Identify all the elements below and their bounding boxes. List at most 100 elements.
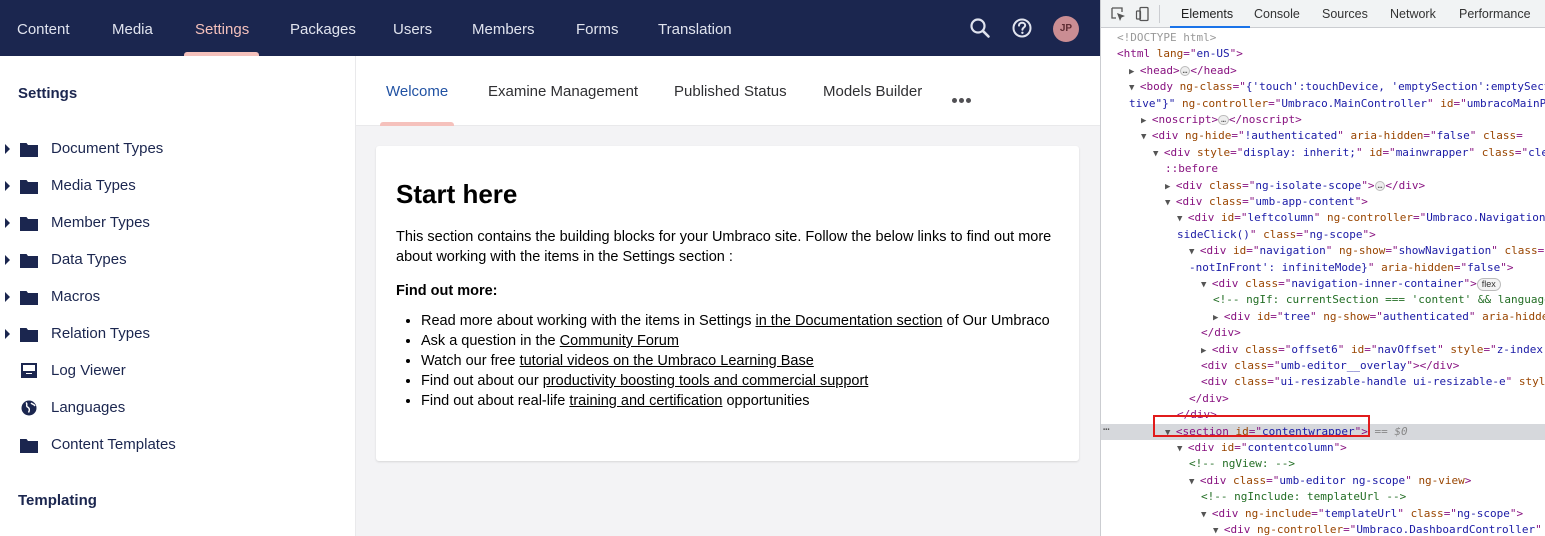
tab-models-builder[interactable]: Models Builder: [823, 56, 922, 126]
expand-toggle-icon[interactable]: ▶: [1201, 346, 1212, 356]
expand-toggle-icon[interactable]: ▶: [1165, 182, 1176, 192]
dom-token-attr: class: [1234, 375, 1268, 389]
expand-caret-icon[interactable]: [5, 292, 10, 302]
nav-item-media[interactable]: Media: [112, 0, 153, 56]
dom-token-tag: <div: [1211, 342, 1245, 356]
tree-item-label: Data Types: [51, 251, 127, 268]
expand-toggle-icon[interactable]: ▼: [1189, 477, 1200, 487]
devtools-tab-sources[interactable]: Sources: [1322, 0, 1368, 28]
dom-token-val: navOffset: [1377, 342, 1438, 356]
nav-item-content[interactable]: Content: [17, 0, 70, 56]
dom-token-attr: id: [1350, 342, 1365, 356]
dom-token-tag: =": [1234, 211, 1248, 225]
dom-token-tag: =": [1537, 244, 1545, 258]
dom-token-pseudo: ::before: [1165, 162, 1218, 176]
dom-token-attr: id: [1220, 211, 1235, 225]
productivity-tools-link[interactable]: productivity boosting tools and commerci…: [543, 373, 869, 389]
expand-toggle-icon[interactable]: ▼: [1201, 510, 1212, 520]
expand-caret-icon[interactable]: [5, 255, 10, 265]
dom-token-tag: </div>: [1189, 391, 1229, 405]
tree-item-relation-types[interactable]: Relation Types: [0, 316, 355, 353]
expand-caret-icon[interactable]: [5, 144, 10, 154]
dom-token-tag: =": [1278, 277, 1292, 290]
expand-toggle-icon[interactable]: ▼: [1129, 83, 1140, 93]
dom-token-val: Umbraco.MainController: [1281, 96, 1428, 110]
tree-section-title-templating: Templating: [18, 492, 97, 509]
tree-item-document-types[interactable]: Document Types: [0, 131, 355, 168]
dom-token-tag: ": [1437, 342, 1451, 356]
expand-toggle-icon[interactable]: ▶: [1129, 67, 1140, 77]
tab-published-status[interactable]: Published Status: [674, 56, 787, 126]
link-prefix: Find out about our: [421, 373, 543, 389]
dom-token-tag: <body: [1139, 80, 1180, 94]
dom-token-tag: =": [1278, 342, 1292, 356]
expand-toggle-icon[interactable]: ▼: [1213, 526, 1224, 536]
expand-toggle-icon[interactable]: ▼: [1177, 444, 1188, 454]
dom-token-tag: ": [1397, 506, 1411, 520]
inspect-element-icon[interactable]: [1110, 6, 1126, 22]
devtools-tab-elements[interactable]: Elements: [1181, 0, 1233, 28]
dom-token-tag: =": [1267, 375, 1281, 389]
dom-token-attr: ng-hide: [1184, 129, 1232, 143]
nav-item-members[interactable]: Members: [472, 0, 535, 56]
nav-item-users[interactable]: Users: [393, 0, 432, 56]
expand-toggle-icon[interactable]: ▼: [1141, 132, 1152, 142]
dom-token-tag: ">: [1463, 277, 1477, 290]
search-icon[interactable]: [969, 17, 991, 39]
dom-token-tag: ">: [1354, 195, 1368, 208]
expand-toggle-icon[interactable]: ▼: [1201, 280, 1212, 290]
expand-toggle-icon[interactable]: ▼: [1153, 149, 1164, 159]
tutorial-videos-link[interactable]: tutorial videos on the Umbraco Learning …: [520, 353, 814, 369]
community-forum-link[interactable]: Community Forum: [560, 333, 679, 349]
devtools-tab-performance[interactable]: Performance: [1459, 0, 1531, 28]
dom-token-tag: =": [1270, 309, 1284, 323]
tree-item-member-types[interactable]: Member Types: [0, 205, 355, 242]
tree-item-languages[interactable]: Languages: [0, 390, 355, 427]
tree-item-macros[interactable]: Macros: [0, 279, 355, 316]
folder-icon: [20, 143, 38, 157]
expand-toggle-icon[interactable]: ▶: [1141, 116, 1152, 126]
dom-token-tag: =": [1242, 178, 1256, 192]
device-toolbar-icon[interactable]: [1135, 6, 1151, 22]
avatar[interactable]: JP: [1053, 16, 1079, 42]
row-actions-icon[interactable]: …: [1103, 420, 1110, 433]
nav-item-translation[interactable]: Translation: [658, 0, 732, 56]
nav-item-forms[interactable]: Forms: [576, 0, 619, 56]
tree-item-label: Media Types: [51, 177, 136, 194]
dom-token-attr: class: [1208, 195, 1243, 208]
dom-token-attr: aria-hidden: [1482, 309, 1545, 323]
dom-token-attr: ng-controller: [1326, 211, 1414, 225]
dom-token-attr: class: [1234, 359, 1268, 372]
dom-token-tag: ": [1325, 244, 1339, 258]
dom-token-attr: style: [1450, 342, 1484, 356]
expand-toggle-icon[interactable]: ▼: [1189, 247, 1200, 257]
devtools-tab-console[interactable]: Console: [1254, 0, 1300, 28]
dom-token-attr: id: [1232, 244, 1247, 258]
folder-icon: [20, 328, 38, 342]
expand-toggle-icon[interactable]: ▼: [1165, 198, 1176, 208]
expand-caret-icon[interactable]: [5, 329, 10, 339]
expand-toggle-icon[interactable]: ▼: [1177, 214, 1188, 224]
dom-token-tag: =": [1453, 96, 1467, 110]
tab-examine-management[interactable]: Examine Management: [488, 56, 638, 126]
help-icon[interactable]: [1011, 17, 1033, 39]
training-link[interactable]: training and certification: [569, 393, 722, 409]
dom-token-val: umb-app-content: [1255, 195, 1355, 208]
dom-token-tag: </div>: [1385, 178, 1426, 192]
documentation-link[interactable]: in the Documentation section: [755, 313, 942, 329]
tree-item-media-types[interactable]: Media Types: [0, 168, 355, 205]
expand-caret-icon[interactable]: [5, 181, 10, 191]
dom-token-tag: =": [1246, 244, 1260, 258]
expand-caret-icon[interactable]: [5, 218, 10, 228]
tab-welcome[interactable]: Welcome: [386, 56, 448, 126]
nav-item-packages[interactable]: Packages: [290, 0, 356, 56]
dom-token-val: {'touch':touchDevice, 'emptySection':emp…: [1245, 80, 1545, 94]
devtools-tab-network[interactable]: Network: [1390, 0, 1436, 28]
dom-token-attr: ng-class: [1179, 80, 1233, 94]
tree-item-log-viewer[interactable]: Log Viewer: [0, 353, 355, 390]
nav-item-settings[interactable]: Settings: [195, 0, 249, 56]
tree-item-content-templates[interactable]: Content Templates: [0, 427, 355, 464]
expand-toggle-icon[interactable]: ▶: [1213, 313, 1224, 323]
tree-item-data-types[interactable]: Data Types: [0, 242, 355, 279]
more-tabs-icon[interactable]: [952, 90, 973, 108]
